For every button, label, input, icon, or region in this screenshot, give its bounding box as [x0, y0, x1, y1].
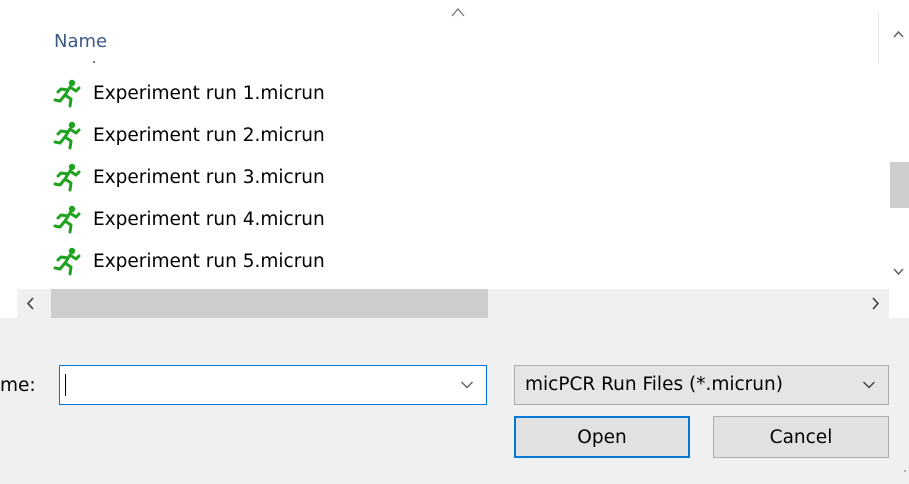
scroll-up-icon[interactable] [888, 24, 909, 44]
running-man-icon [53, 205, 81, 234]
vertical-scroll-thumb[interactable] [890, 162, 909, 208]
scroll-down-icon[interactable] [888, 262, 909, 282]
horizontal-scrollbar[interactable] [17, 289, 889, 318]
file-name-label: me: [0, 375, 36, 396]
vertical-scrollbar[interactable] [888, 14, 909, 282]
file-name-input[interactable] [61, 367, 455, 403]
open-button[interactable]: Open [514, 416, 690, 458]
running-man-icon [53, 79, 81, 108]
file-list-item[interactable]: Experiment run 3.micrun [52, 158, 512, 196]
file-name: Experiment run 3.micrun [93, 166, 325, 188]
file-name: Experiment run 5.micrun [93, 250, 325, 272]
file-list-item[interactable]: Experiment run 4.micrun [52, 200, 512, 238]
file-name: Experiment run 2.micrun [93, 124, 325, 146]
chevron-down-icon[interactable] [460, 380, 474, 390]
file-type-select[interactable]: micPCR Run Files (*.micrun) [514, 365, 889, 405]
file-name-combobox[interactable] [59, 365, 487, 405]
file-list-item[interactable]: Experiment run 2.micrun [52, 116, 512, 154]
file-list-item[interactable]: Experiment run 5.micrun [52, 242, 512, 280]
file-type-value: micPCR Run Files (*.micrun) [525, 374, 783, 395]
file-name: Experiment run 4.micrun [93, 208, 325, 230]
running-man-icon [53, 247, 81, 276]
resize-grip[interactable] [904, 470, 906, 472]
column-header-name[interactable]: Name [54, 31, 107, 52]
sort-ascending-icon [451, 8, 465, 17]
file-list-pane[interactable]: Name Experiment run 1.micrun Experiment r… [0, 0, 909, 318]
file-name: Experiment run 1.micrun [93, 82, 325, 104]
scroll-left-icon[interactable] [17, 289, 45, 318]
scroll-right-icon[interactable] [861, 289, 889, 318]
text-cursor [65, 374, 66, 396]
chevron-down-icon[interactable] [862, 380, 876, 390]
header-marker [93, 61, 95, 63]
horizontal-scroll-thumb[interactable] [51, 289, 488, 318]
file-list-item[interactable]: Experiment run 1.micrun [52, 74, 512, 112]
running-man-icon [53, 163, 81, 192]
column-divider [878, 12, 879, 64]
running-man-icon [53, 121, 81, 150]
cancel-button[interactable]: Cancel [713, 416, 889, 458]
